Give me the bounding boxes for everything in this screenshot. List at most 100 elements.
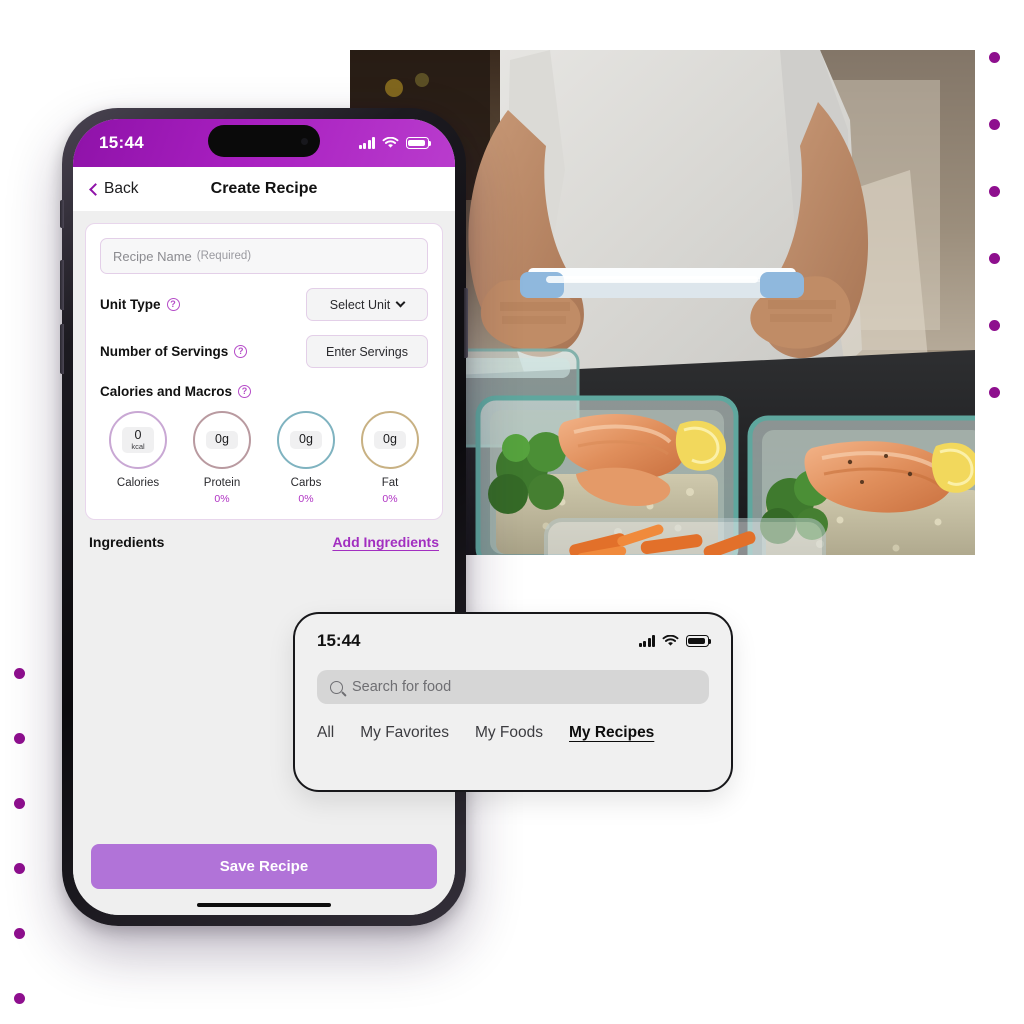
food-search-card: 15:44 Search for food All My Favorites M… (293, 612, 733, 792)
carbs-label: Carbs (290, 477, 322, 489)
save-button-container: Save Recipe (73, 843, 455, 903)
food-search-placeholder: Search for food (352, 679, 452, 695)
back-button[interactable]: Back (89, 180, 139, 198)
macro-calories: 0 kcal Calories (102, 411, 174, 505)
decorative-dot (989, 119, 1000, 130)
decorative-dot (14, 733, 25, 744)
recipe-form-card: Recipe Name (Required) Unit Type ? Selec… (85, 223, 443, 520)
decorative-dot (14, 668, 25, 679)
help-circle-icon[interactable]: ? (166, 298, 180, 311)
recipe-name-input[interactable]: Recipe Name (Required) (100, 238, 428, 274)
cellular-signal-icon (639, 635, 655, 647)
decorative-dot (989, 387, 1000, 398)
calories-value-chip[interactable]: 0 kcal (122, 426, 154, 454)
cellular-signal-icon (359, 137, 375, 149)
decorative-dot (989, 52, 1000, 63)
decorative-dots-left (14, 668, 25, 1004)
servings-label-group: Number of Servings ? (100, 344, 248, 359)
decorative-dot (14, 798, 25, 809)
back-button-label: Back (104, 180, 139, 197)
unit-type-row: Unit Type ? Select Unit (100, 288, 428, 321)
app-content: Recipe Name (Required) Unit Type ? Selec… (73, 211, 455, 915)
battery-icon (686, 635, 712, 647)
food-search-input[interactable]: Search for food (317, 670, 709, 704)
carbs-percent: 0% (298, 493, 314, 505)
macro-carbs: 0g Carbs 0% (270, 411, 342, 505)
wifi-icon (662, 635, 679, 646)
calories-unit: kcal (131, 442, 145, 452)
decorative-dot (989, 253, 1000, 264)
carbs-ring: 0g (277, 411, 335, 469)
navigation-bar: Back Create Recipe (73, 167, 455, 211)
phone-power-button[interactable] (464, 288, 468, 358)
food-search-tabs: All My Favorites My Foods My Recipes (317, 724, 709, 742)
fat-label: Fat (381, 477, 399, 489)
macro-fat: 0g Fat 0% (354, 411, 426, 505)
phone-volume-down-button[interactable] (60, 324, 64, 374)
decorative-dots-right (989, 52, 1000, 398)
protein-value: 0g (215, 432, 229, 447)
status-bar-icons (359, 137, 432, 149)
recipe-name-required-hint: (Required) (196, 250, 252, 262)
decorative-dot (14, 928, 25, 939)
front-camera-icon (301, 137, 308, 145)
protein-label: Protein (203, 477, 241, 489)
protein-ring: 0g (193, 411, 251, 469)
macro-summary-row: 0 kcal Calories 0g Protein 0% 0g Carbs 0… (100, 411, 428, 505)
decorative-dot (989, 186, 1000, 197)
fat-value: 0g (383, 432, 397, 447)
select-unit-label: Select Unit (329, 297, 391, 312)
add-ingredients-link[interactable]: Add Ingredients (332, 534, 439, 550)
save-recipe-button[interactable]: Save Recipe (91, 843, 437, 889)
page-root: 15:44 Back Create Recipe Recipe Name (Re… (0, 0, 1024, 1024)
macro-protein: 0g Protein 0% (186, 411, 258, 505)
calories-label: Calories (116, 477, 160, 489)
decorative-dot (14, 863, 25, 874)
calories-ring: 0 kcal (109, 411, 167, 469)
fat-value-chip[interactable]: 0g (374, 431, 406, 449)
calories-macros-label: Calories and Macros (100, 384, 233, 399)
phone-silent-switch[interactable] (60, 200, 64, 228)
search-icon (330, 680, 343, 694)
enter-servings-button[interactable]: Enter Servings (306, 335, 428, 368)
protein-value-chip[interactable]: 0g (206, 431, 238, 449)
help-circle-icon[interactable]: ? (238, 385, 252, 398)
search-card-time: 15:44 (317, 631, 361, 650)
enter-servings-label: Enter Servings (326, 344, 408, 359)
chevron-left-icon (89, 182, 102, 196)
status-bar-time: 15:44 (99, 133, 144, 152)
unit-type-label-group: Unit Type ? (100, 297, 180, 312)
fat-percent: 0% (382, 493, 398, 505)
phone-status-bar: 15:44 (73, 119, 455, 167)
phone-screen: 15:44 Back Create Recipe Recipe Name (Re… (73, 119, 455, 915)
protein-percent: 0% (214, 493, 230, 505)
decorative-dot (989, 320, 1000, 331)
fat-ring: 0g (361, 411, 419, 469)
calories-value: 0 (134, 427, 142, 442)
phone-mockup: 15:44 Back Create Recipe Recipe Name (Re… (60, 108, 468, 926)
tab-my-foods[interactable]: My Foods (475, 724, 543, 742)
dynamic-island (208, 125, 320, 157)
tab-my-favorites[interactable]: My Favorites (360, 724, 449, 742)
decorative-dot (14, 993, 25, 1004)
select-unit-button[interactable]: Select Unit (306, 288, 428, 321)
search-card-status-bar: 15:44 (317, 628, 712, 654)
unit-type-label: Unit Type (100, 297, 161, 312)
ingredients-header-row: Ingredients Add Ingredients (73, 520, 455, 550)
help-circle-icon[interactable]: ? (234, 345, 248, 358)
home-indicator[interactable] (197, 902, 331, 907)
recipe-name-placeholder: Recipe Name (113, 248, 192, 264)
tab-all[interactable]: All (317, 724, 334, 742)
carbs-value: 0g (299, 432, 313, 447)
chevron-down-icon (395, 297, 406, 308)
servings-row: Number of Servings ? Enter Servings (100, 335, 428, 368)
search-card-status-icons (639, 635, 712, 647)
wifi-icon (382, 137, 399, 148)
phone-volume-up-button[interactable] (60, 260, 64, 310)
carbs-value-chip[interactable]: 0g (290, 431, 322, 449)
battery-icon (406, 137, 432, 149)
servings-label: Number of Servings (100, 344, 229, 359)
tab-my-recipes[interactable]: My Recipes (569, 724, 654, 742)
ingredients-title: Ingredients (89, 534, 165, 550)
calories-macros-label-group: Calories and Macros ? (100, 384, 428, 399)
